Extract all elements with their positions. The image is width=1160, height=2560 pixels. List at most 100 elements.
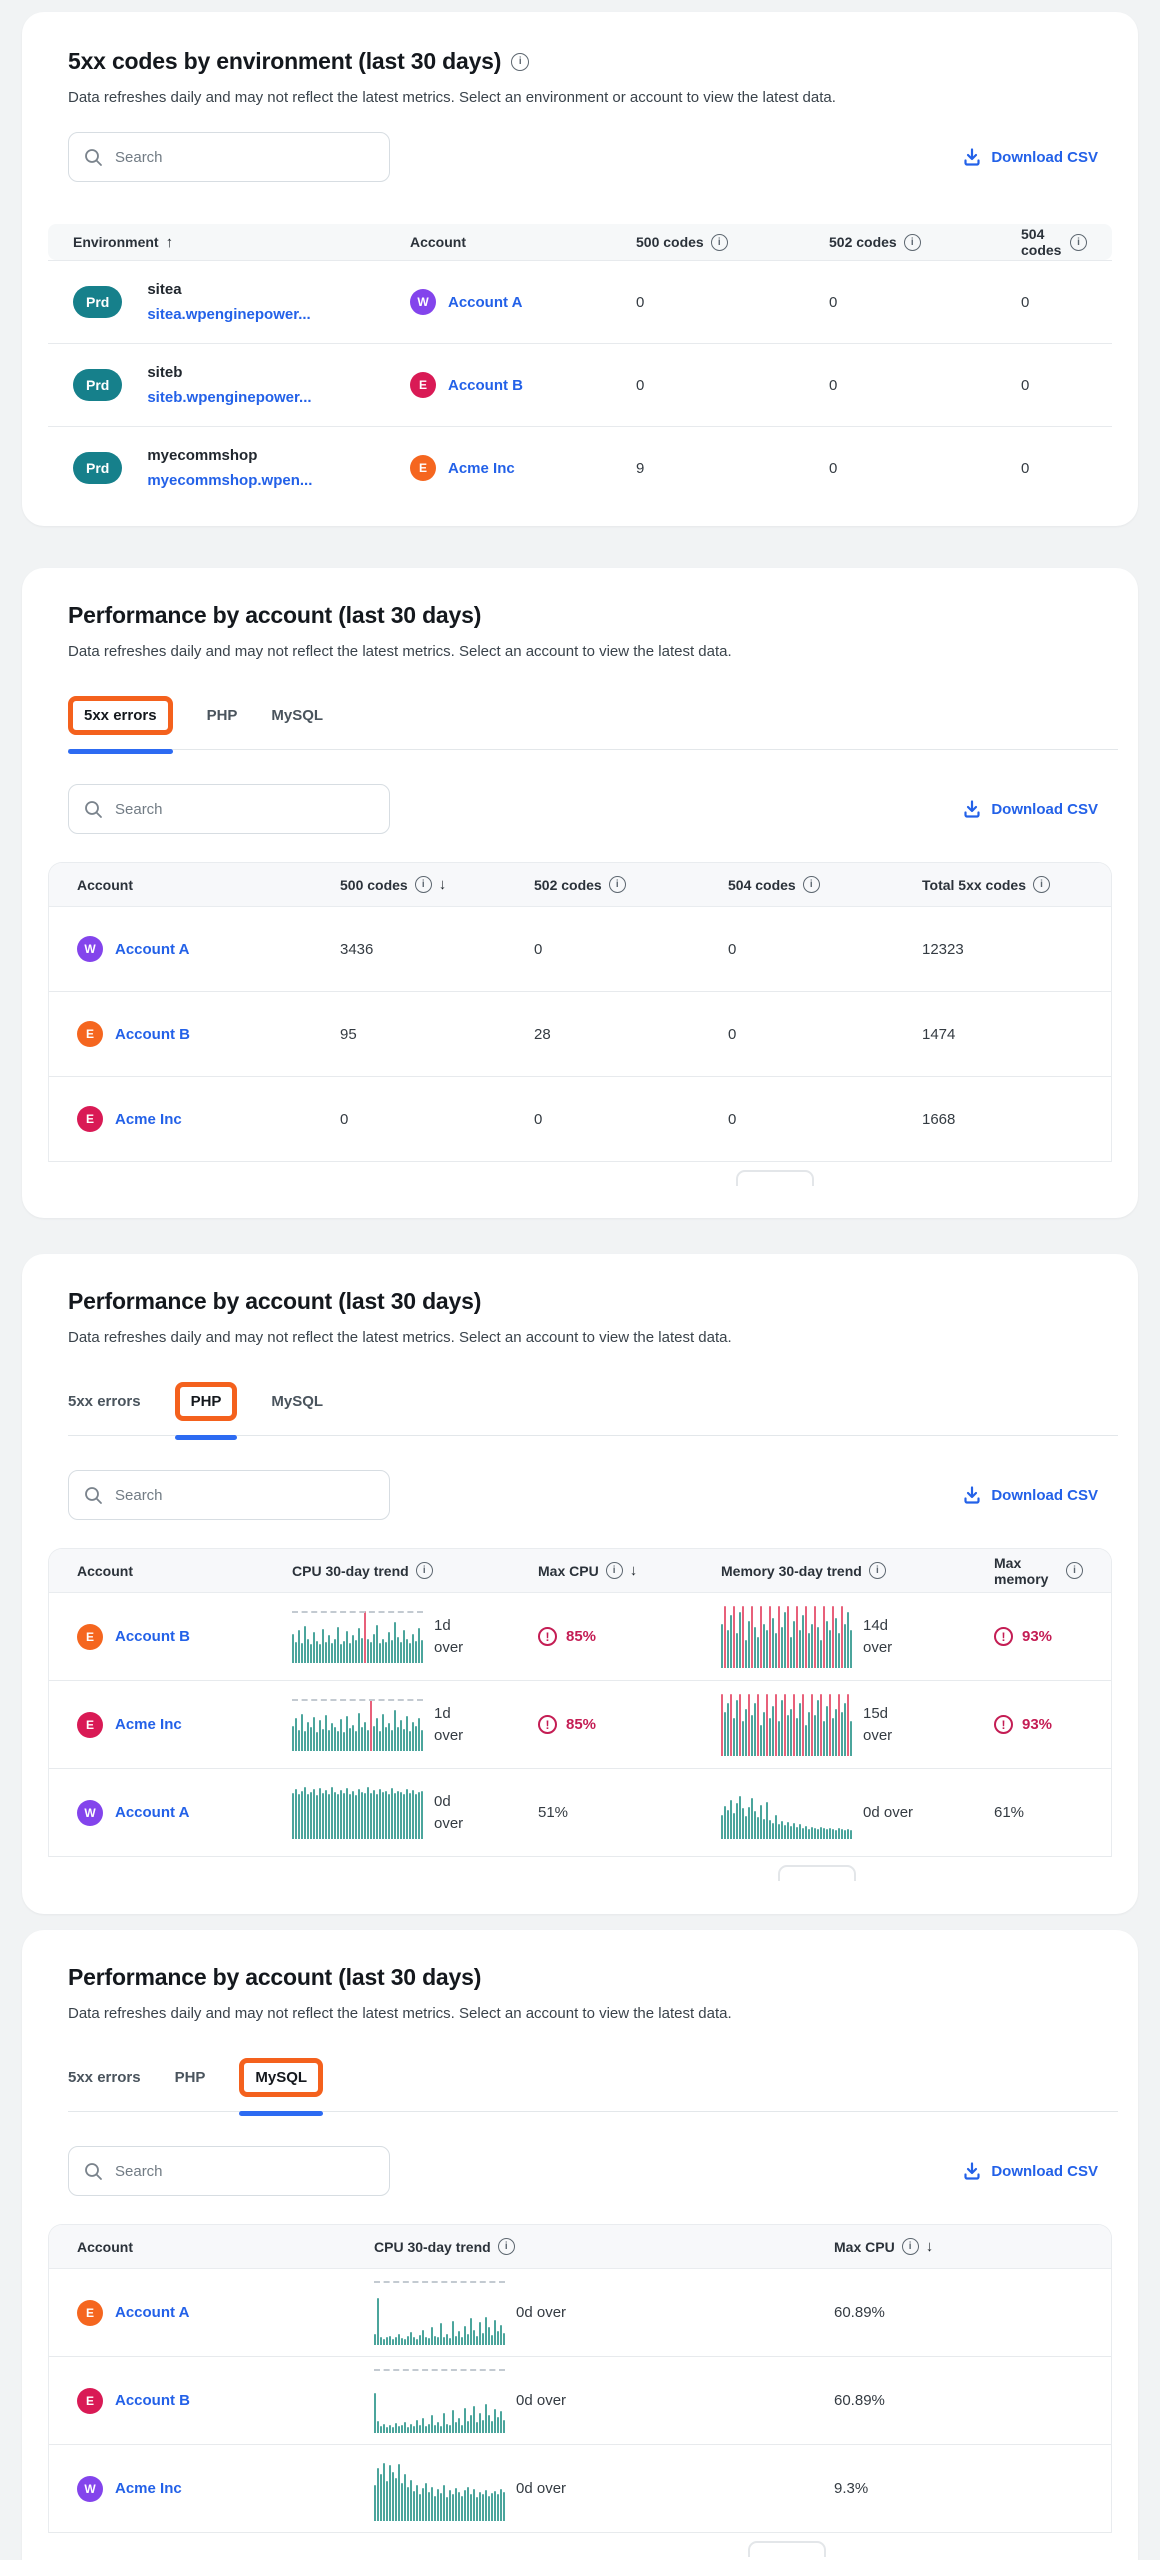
page-title: Performance by account (last 30 days)	[68, 1288, 481, 1315]
memory-over-label: 14d over	[863, 1615, 899, 1659]
value-500-codes: 3436	[340, 941, 534, 958]
search-input[interactable]	[68, 2146, 390, 2196]
tab-mysql[interactable]: MySQL	[271, 1393, 323, 1410]
column-environment[interactable]: Environment ↑	[73, 234, 410, 251]
info-icon[interactable]: i	[606, 1562, 623, 1579]
info-icon[interactable]: i	[415, 876, 432, 893]
column-memory-trend[interactable]: Memory 30-day trend i	[721, 1562, 994, 1579]
search-box	[68, 2146, 390, 2196]
account-link[interactable]: Account B	[448, 377, 523, 394]
account-link[interactable]: Account B	[115, 1026, 190, 1043]
pagination-button-partial[interactable]	[778, 1865, 856, 1881]
info-icon[interactable]: i	[711, 234, 728, 251]
value-total-5xx: 1668	[922, 1111, 1083, 1128]
account-avatar: W	[77, 936, 103, 962]
column-total-5xx[interactable]: Total 5xx codes i	[922, 876, 1083, 893]
table-row: E Acme Inc 1d over ! 85% 15d over ! 93%	[49, 1681, 1111, 1769]
column-account[interactable]: Account	[77, 877, 340, 893]
value-504-codes: 0	[728, 1111, 922, 1128]
tab-5xx-errors[interactable]: 5xx errors	[68, 2069, 141, 2086]
column-504-codes[interactable]: 504 codes i	[728, 876, 922, 893]
download-csv-button[interactable]: Download CSV	[962, 1485, 1098, 1505]
value-504-codes: 0	[728, 941, 922, 958]
tab-php[interactable]: PHP	[207, 707, 238, 724]
info-icon[interactable]: i	[1033, 876, 1050, 893]
account-link[interactable]: Acme Inc	[115, 1716, 182, 1733]
panel-subtitle: Data refreshes daily and may not reflect…	[48, 1329, 1112, 1346]
download-csv-button[interactable]: Download CSV	[962, 2161, 1098, 2181]
pagination-button-partial[interactable]	[748, 2541, 826, 2557]
info-icon[interactable]: i	[498, 2238, 515, 2255]
info-icon[interactable]: i	[609, 876, 626, 893]
account-link[interactable]: Account B	[115, 1628, 190, 1645]
column-500-codes[interactable]: 500 codes i	[636, 234, 829, 251]
memory-trend-sparkline	[721, 1787, 852, 1839]
account-avatar: W	[77, 2476, 103, 2502]
column-cpu-trend[interactable]: CPU 30-day trend i	[374, 2238, 834, 2255]
env-link[interactable]: myecommshop.wpen...	[147, 472, 312, 489]
info-icon[interactable]: i	[904, 234, 921, 251]
account-link[interactable]: Acme Inc	[448, 460, 515, 477]
search-input[interactable]	[68, 784, 390, 834]
account-link[interactable]: Account A	[115, 1804, 189, 1821]
page-title: Performance by account (last 30 days)	[68, 1964, 481, 1991]
column-cpu-trend[interactable]: CPU 30-day trend i	[292, 1562, 538, 1579]
tab-php[interactable]: PHP	[175, 2069, 206, 2086]
column-account[interactable]: Account	[77, 2239, 374, 2255]
tab-mysql[interactable]: MySQL	[271, 707, 323, 724]
download-csv-button[interactable]: Download CSV	[962, 147, 1098, 167]
download-csv-label: Download CSV	[991, 801, 1098, 818]
info-icon[interactable]: i	[1066, 1562, 1083, 1579]
account-link[interactable]: Account A	[115, 941, 189, 958]
column-account[interactable]: Account	[77, 1563, 292, 1579]
search-input[interactable]	[68, 132, 390, 182]
column-max-memory[interactable]: Max memory i	[994, 1555, 1083, 1587]
max-cpu-value: 85%	[566, 1716, 596, 1733]
cpu-over-label: 1d over	[434, 1615, 470, 1659]
info-icon[interactable]: i	[902, 2238, 919, 2255]
table-header-row: Environment ↑ Account 500 codes i 502 co…	[48, 224, 1112, 260]
value-500-codes: 9	[636, 460, 829, 477]
column-502-codes[interactable]: 502 codes i	[534, 876, 728, 893]
column-502-codes[interactable]: 502 codes i	[829, 234, 1021, 251]
column-account[interactable]: Account	[410, 234, 636, 250]
account-avatar: E	[77, 1106, 103, 1132]
accounts-php-table: Account CPU 30-day trend i Max CPU i ↓ M…	[48, 1548, 1112, 1857]
download-icon	[962, 1485, 982, 1505]
tab-mysql[interactable]: MySQL	[239, 2058, 323, 2097]
value-total-5xx: 12323	[922, 941, 1083, 958]
column-max-cpu[interactable]: Max CPU i ↓	[834, 2238, 1083, 2255]
search-input[interactable]	[68, 1470, 390, 1520]
info-icon[interactable]: i	[803, 876, 820, 893]
pagination-button-partial[interactable]	[736, 1170, 814, 1186]
info-icon[interactable]: i	[1070, 234, 1087, 251]
env-link[interactable]: siteb.wpenginepower...	[147, 389, 311, 406]
account-link[interactable]: Account B	[115, 2392, 190, 2409]
max-cpu-value: 51%	[538, 1804, 568, 1821]
info-icon[interactable]: i	[416, 1562, 433, 1579]
tab-5xx-errors[interactable]: 5xx errors	[68, 1393, 141, 1410]
warning-icon: !	[994, 1715, 1013, 1734]
tab-5xx-errors[interactable]: 5xx errors	[68, 696, 173, 735]
download-icon	[962, 2161, 982, 2181]
tab-bar: 5xx errors PHP MySQL	[68, 2058, 1118, 2112]
info-icon[interactable]: i	[869, 1562, 886, 1579]
sort-desc-icon: ↓	[926, 2238, 934, 2255]
download-csv-button[interactable]: Download CSV	[962, 799, 1098, 819]
account-link[interactable]: Account A	[115, 2304, 189, 2321]
column-max-cpu[interactable]: Max CPU i ↓	[538, 1562, 721, 1579]
accounts-5xx-table: Account 500 codes i ↓ 502 codes i 504 co…	[48, 862, 1112, 1162]
value-504-codes: 0	[1021, 377, 1087, 394]
tab-php[interactable]: PHP	[175, 1382, 238, 1421]
column-500-codes[interactable]: 500 codes i ↓	[340, 876, 534, 893]
account-link[interactable]: Account A	[448, 294, 522, 311]
table-row: W Account A 0d over 51% 0d over 61%	[49, 1769, 1111, 1857]
info-icon[interactable]: i	[511, 53, 529, 71]
tab-bar: 5xx errors PHP MySQL	[68, 696, 1118, 750]
column-504-codes[interactable]: 504 codes i	[1021, 226, 1087, 258]
account-link[interactable]: Acme Inc	[115, 1111, 182, 1128]
account-link[interactable]: Acme Inc	[115, 2480, 182, 2497]
search-icon	[82, 798, 104, 820]
env-link[interactable]: sitea.wpenginepower...	[147, 306, 310, 323]
account-avatar: W	[410, 289, 436, 315]
